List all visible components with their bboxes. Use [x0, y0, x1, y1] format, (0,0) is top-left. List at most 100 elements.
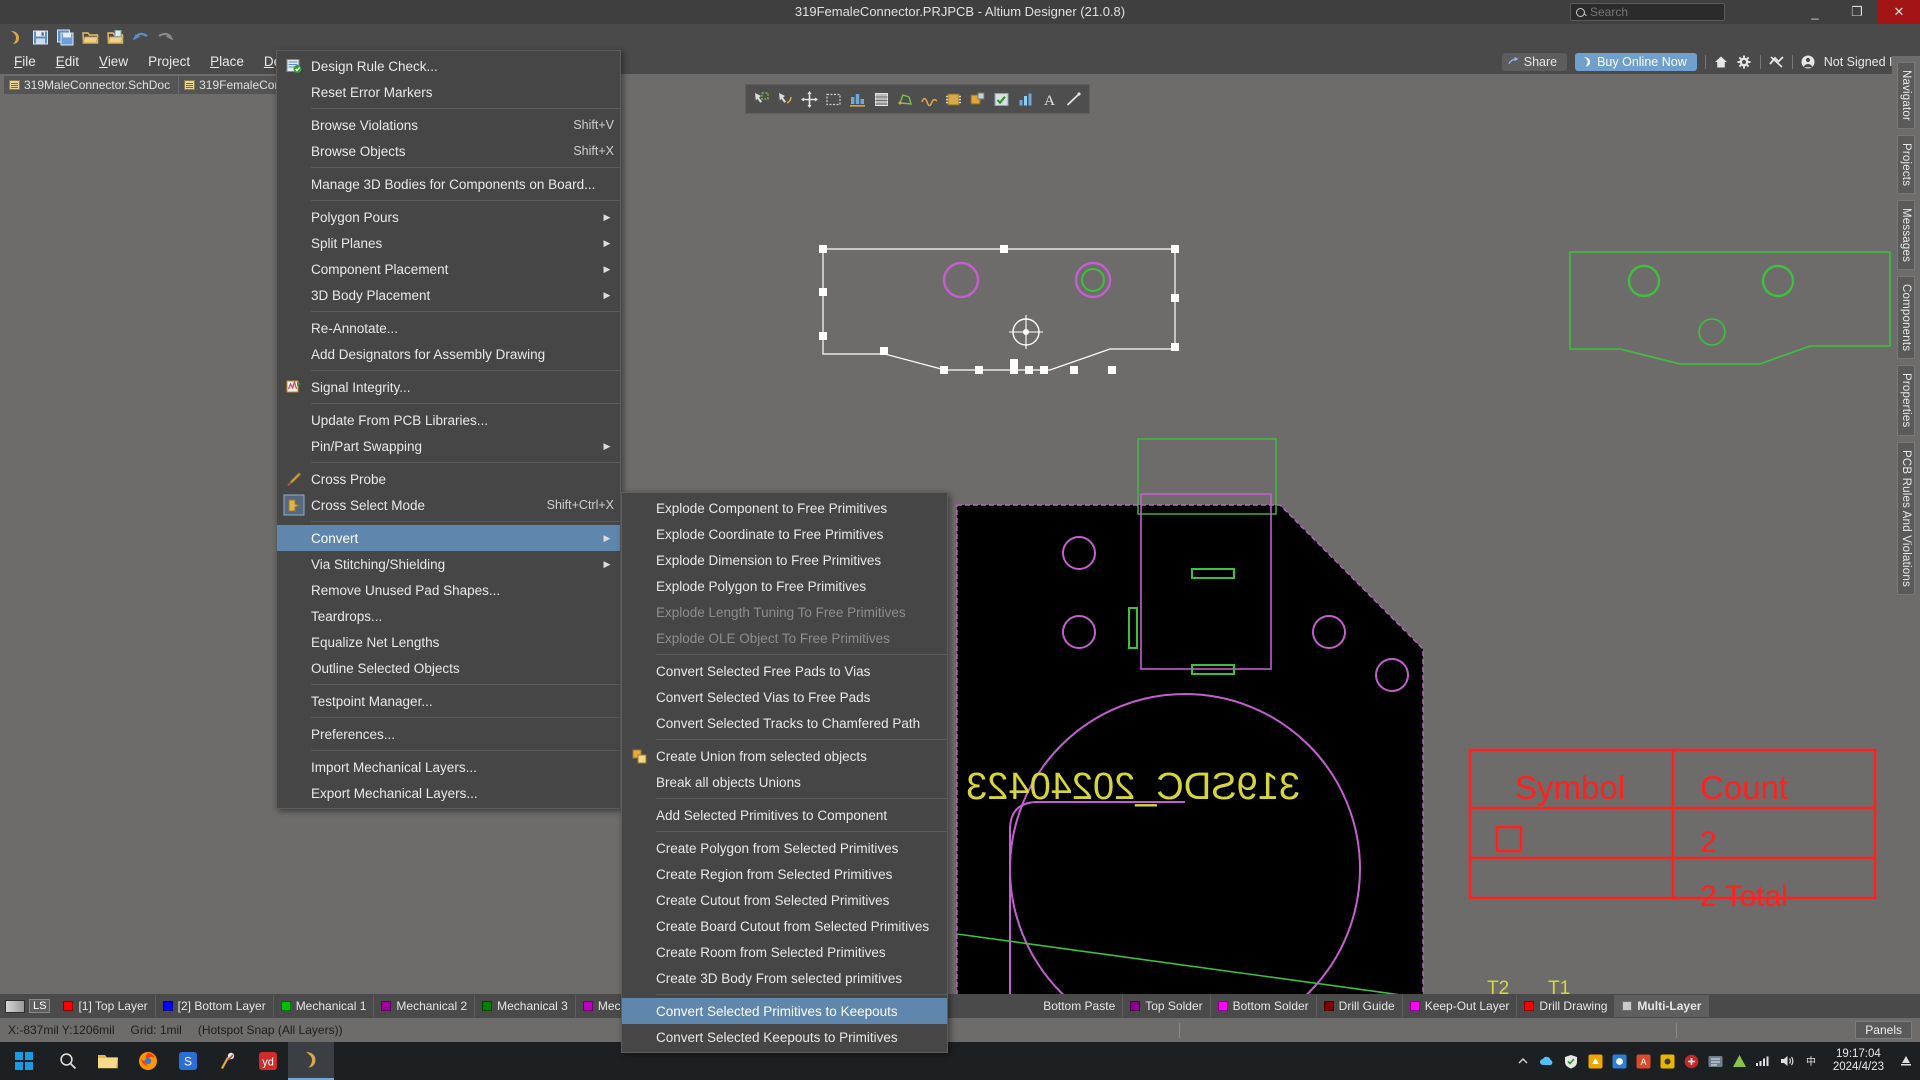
menu-item-re-annotate[interactable]: Re-Annotate... — [277, 315, 620, 341]
taskbar-clock[interactable]: 19:17:04 2024/4/23 — [1827, 1048, 1890, 1074]
buy-online-button[interactable]: Buy Online Now — [1575, 53, 1697, 71]
doc-tab-0[interactable]: 319MaleConnector.SchDoc — [4, 75, 179, 94]
app2-icon[interactable] — [1611, 1053, 1628, 1070]
menu-item-preferences[interactable]: Preferences... — [277, 721, 620, 747]
submenu-item-free-pads-to-vias[interactable]: Convert Selected Free Pads to Vias — [622, 658, 947, 684]
rule-check-icon[interactable] — [991, 89, 1012, 110]
cloud-icon[interactable] — [1539, 1053, 1556, 1070]
submenu-item-create-polygon[interactable]: Create Polygon from Selected Primitives — [622, 835, 947, 861]
extensions-icon[interactable] — [1769, 55, 1784, 70]
undo-icon[interactable] — [131, 28, 150, 47]
fill-icon[interactable] — [871, 89, 892, 110]
menu-item-design-rule-check[interactable]: Design Rule Check... — [277, 53, 620, 79]
submenu-item-explode-dimension[interactable]: Explode Dimension to Free Primitives — [622, 547, 947, 573]
submenu-item-explode-component[interactable]: Explode Component to Free Primitives — [622, 495, 947, 521]
menu-item-pin-part-swapping[interactable]: Pin/Part Swapping ▶ — [277, 433, 620, 459]
move-icon[interactable] — [799, 89, 820, 110]
app6-icon[interactable] — [1707, 1053, 1724, 1070]
app3-icon[interactable]: A — [1635, 1053, 1652, 1070]
submenu-item-create-3d-body[interactable]: Create 3D Body From selected primitives — [622, 965, 947, 991]
menu-item-cross-select-mode[interactable]: Cross Select Mode Shift+Ctrl+X — [277, 492, 620, 518]
app4-icon[interactable] — [1659, 1053, 1676, 1070]
submenu-item-primitives-to-keepouts[interactable]: Convert Selected Primitives to Keepouts — [622, 998, 947, 1024]
layer-sets-button[interactable]: LS — [5, 999, 56, 1013]
submenu-item-create-region[interactable]: Create Region from Selected Primitives — [622, 861, 947, 887]
convert-submenu[interactable]: Explode Component to Free Primitives Exp… — [621, 492, 948, 1053]
menu-item-3d-body-placement[interactable]: 3D Body Placement ▶ — [277, 282, 620, 308]
menu-item-add-designators[interactable]: Add Designators for Assembly Drawing — [277, 341, 620, 367]
menu-item-update-from-pcb-libraries[interactable]: Update From PCB Libraries... — [277, 407, 620, 433]
menu-item-split-planes[interactable]: Split Planes ▶ — [277, 230, 620, 256]
search-input[interactable] — [1590, 5, 1719, 19]
layer-chip-bottom[interactable]: [2] Bottom Layer — [156, 995, 274, 1017]
volume-icon[interactable] — [1779, 1053, 1796, 1070]
menu-item-browse-violations[interactable]: Browse Violations Shift+V — [277, 112, 620, 138]
menu-place[interactable]: Place — [200, 50, 254, 74]
menu-view[interactable]: View — [89, 50, 138, 74]
menu-item-equalize-net-lengths[interactable]: Equalize Net Lengths — [277, 629, 620, 655]
menu-project[interactable]: Project — [138, 50, 200, 74]
chevron-up-icon[interactable] — [1515, 1053, 1532, 1070]
app7-icon[interactable] — [1731, 1053, 1748, 1070]
menu-item-convert[interactable]: Convert ▶ — [277, 525, 620, 551]
panel-tab-navigator[interactable]: Navigator — [1897, 62, 1915, 130]
layer-chip-drill-drawing[interactable]: Drill Drawing — [1517, 995, 1616, 1017]
menu-item-polygon-pours[interactable]: Polygon Pours ▶ — [277, 204, 620, 230]
component-icon[interactable] — [943, 89, 964, 110]
menu-item-outline-selected-objects[interactable]: Outline Selected Objects — [277, 655, 620, 681]
panel-tab-properties[interactable]: Properties — [1897, 365, 1915, 436]
signin-label[interactable]: Not Signed In — [1824, 55, 1900, 69]
menu-item-testpoint-manager[interactable]: Testpoint Manager... — [277, 688, 620, 714]
restore-button[interactable]: ❐ — [1836, 0, 1878, 24]
panels-button[interactable]: Panels — [1855, 1021, 1912, 1039]
select-area-icon[interactable] — [823, 89, 844, 110]
menu-item-teardrops[interactable]: Teardrops... — [277, 603, 620, 629]
minimize-button[interactable]: _ — [1794, 0, 1836, 24]
place-component-icon[interactable] — [967, 89, 988, 110]
line-icon[interactable] — [1063, 89, 1084, 110]
windows-start-icon[interactable] — [0, 1042, 48, 1080]
menu-item-browse-objects[interactable]: Browse Objects Shift+X — [277, 138, 620, 164]
submenu-item-keepouts-to-primitives[interactable]: Convert Selected Keepouts to Primitives — [622, 1024, 947, 1050]
tools-menu[interactable]: Design Rule Check... Reset Error Markers… — [276, 50, 621, 809]
layer-chip-drill-guide[interactable]: Drill Guide — [1317, 995, 1403, 1017]
open-project-icon[interactable] — [106, 28, 125, 47]
menu-item-remove-unused-pad-shapes[interactable]: Remove Unused Pad Shapes... — [277, 577, 620, 603]
panel-tab-projects[interactable]: Projects — [1897, 135, 1915, 195]
submenu-item-explode-polygon[interactable]: Explode Polygon to Free Primitives — [622, 573, 947, 599]
altium-logo-icon[interactable] — [6, 28, 25, 47]
open-folder-icon[interactable] — [81, 28, 100, 47]
layer-chip-bottom-paste[interactable]: Bottom Paste — [1036, 995, 1124, 1017]
menu-edit[interactable]: Edit — [46, 50, 89, 74]
notifications-icon[interactable] — [1897, 1053, 1914, 1070]
layer-chip-mech3[interactable]: Mechanical 3 — [475, 995, 576, 1017]
submenu-item-break-unions[interactable]: Break all objects Unions — [622, 769, 947, 795]
app5-icon[interactable] — [1683, 1053, 1700, 1070]
home-icon[interactable] — [1714, 55, 1729, 70]
submenu-item-create-cutout[interactable]: Create Cutout from Selected Primitives — [622, 887, 947, 913]
layer-chip-mech2[interactable]: Mechanical 2 — [374, 995, 476, 1017]
submenu-item-vias-to-free-pads[interactable]: Convert Selected Vias to Free Pads — [622, 684, 947, 710]
menu-file[interactable]: File — [4, 50, 46, 74]
save-all-icon[interactable] — [56, 28, 75, 47]
search-icon[interactable] — [48, 1042, 88, 1080]
text-icon[interactable]: A — [1039, 89, 1060, 110]
select-touching-icon[interactable] — [751, 89, 772, 110]
altium-taskbar-icon[interactable] — [288, 1042, 334, 1080]
redo-icon[interactable] — [156, 28, 175, 47]
chart-icon[interactable] — [1015, 89, 1036, 110]
close-button[interactable]: ✕ — [1878, 0, 1920, 24]
menu-item-cross-probe[interactable]: Cross Probe — [277, 466, 620, 492]
layer-chip-bottom-solder[interactable]: Bottom Solder — [1211, 995, 1317, 1017]
submenu-item-create-board-cutout[interactable]: Create Board Cutout from Selected Primit… — [622, 913, 947, 939]
sogou-input-icon[interactable]: S — [168, 1042, 208, 1080]
share-button[interactable]: Share — [1501, 53, 1568, 71]
align-bottom-icon[interactable] — [847, 89, 868, 110]
menu-item-component-placement[interactable]: Component Placement ▶ — [277, 256, 620, 282]
menu-item-signal-integrity[interactable]: Signal Integrity... — [277, 374, 620, 400]
menu-item-export-mechanical-layers[interactable]: Export Mechanical Layers... — [277, 780, 620, 806]
submenu-item-create-room[interactable]: Create Room from Selected Primitives — [622, 939, 947, 965]
submenu-item-tracks-to-chamfered-path[interactable]: Convert Selected Tracks to Chamfered Pat… — [622, 710, 947, 736]
user-icon[interactable] — [1801, 55, 1816, 70]
file-explorer-icon[interactable] — [88, 1042, 128, 1080]
